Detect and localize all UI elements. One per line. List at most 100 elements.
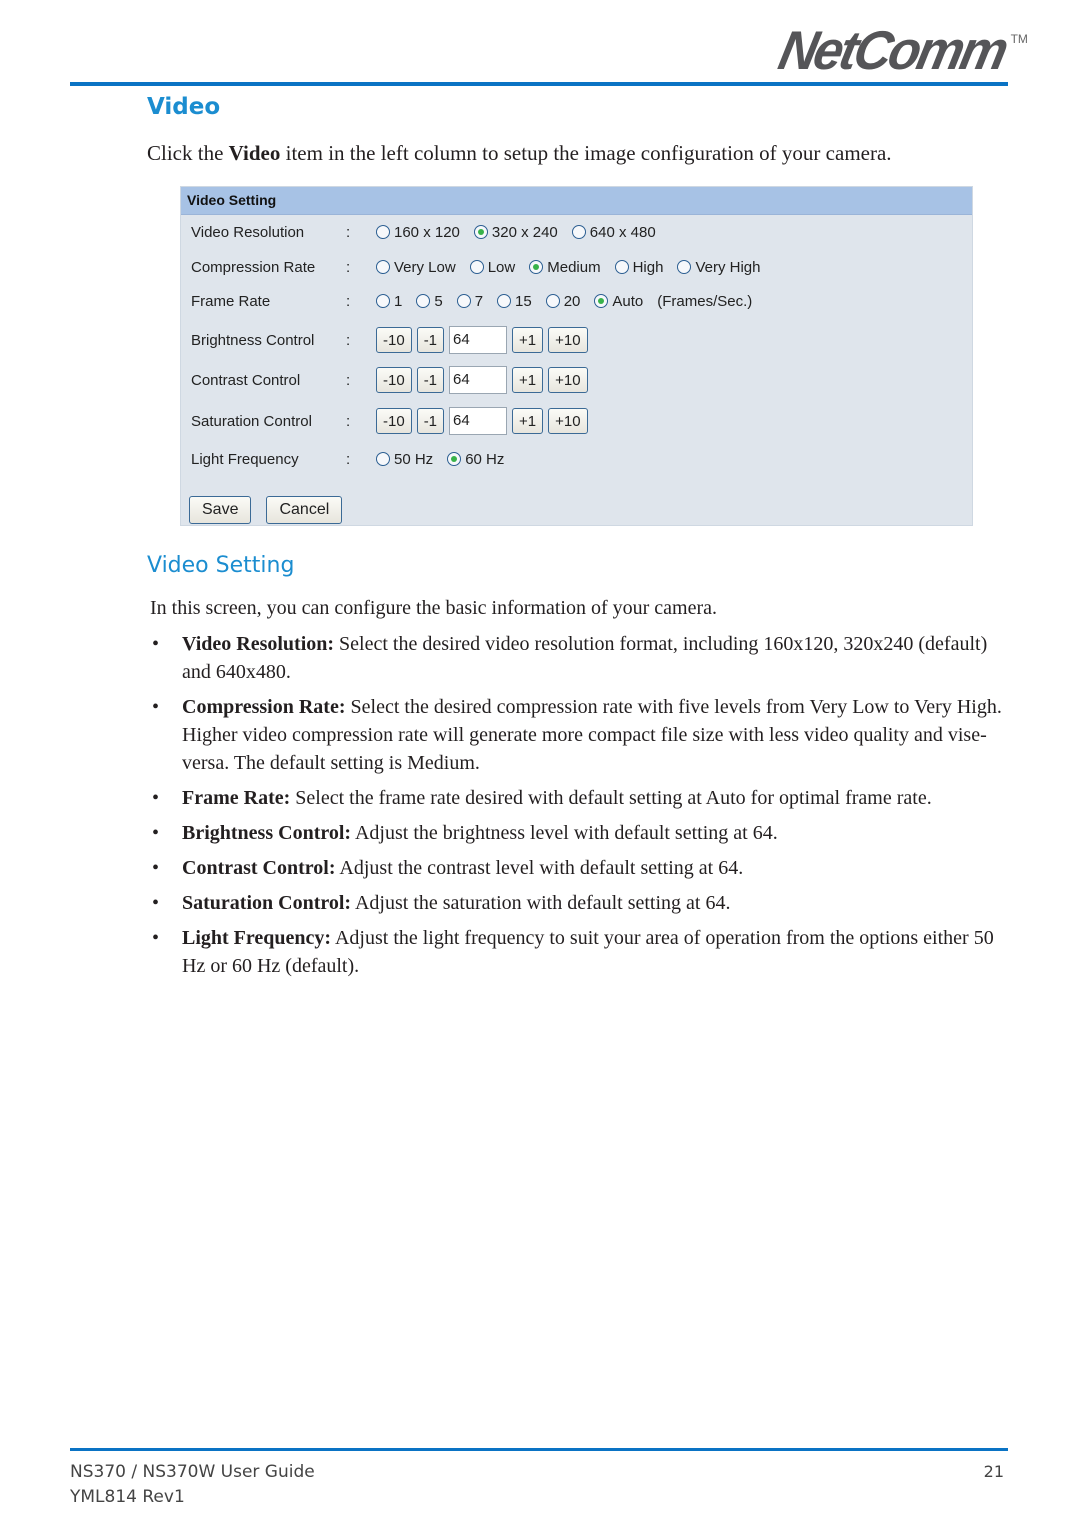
label-light-frequency: Light Frequency — [191, 450, 299, 468]
bullet-saturation: • Saturation Control: Adjust the saturati… — [150, 889, 1020, 917]
radio-icon — [376, 294, 390, 308]
brightness-input[interactable]: 64 — [449, 326, 508, 354]
option-label: 7 — [474, 292, 484, 310]
saturation-minus1-button[interactable]: -1 — [416, 408, 445, 434]
radio-medium[interactable]: Medium — [529, 259, 601, 276]
label-saturation: Saturation Control — [191, 412, 312, 430]
footer-guide-title: NS370 / NS370W User Guide — [70, 1462, 315, 1482]
radio-icon — [614, 260, 629, 274]
video-setting-screenshot: Video Setting Video Resolution : 160 x 1… — [180, 186, 973, 526]
save-button[interactable]: Save — [189, 496, 252, 524]
saturation-plus1-button[interactable]: +1 — [512, 408, 544, 434]
radio-640x480[interactable]: 640 x 480 — [571, 223, 656, 241]
brightness-minus10-button[interactable]: -10 — [376, 327, 412, 353]
radio-60hz[interactable]: 60 Hz — [447, 451, 504, 468]
radio-icon — [456, 294, 471, 308]
bullet-term: Compression Rate: — [182, 696, 346, 718]
radio-320x240[interactable]: 320 x 240 — [473, 224, 558, 241]
bullet-icon: • — [152, 927, 160, 949]
radio-fps-15[interactable]: 15 — [497, 293, 532, 310]
radio-very-low[interactable]: Very Low — [376, 259, 456, 276]
row-contrast: Contrast Control : -10 -1 64 +1 +10 — [191, 364, 593, 396]
option-label: 640 x 480 — [589, 223, 656, 241]
radio-very-high[interactable]: Very High — [677, 258, 761, 276]
option-label: High — [632, 258, 664, 276]
radio-icon — [545, 294, 560, 308]
saturation-minus10-button[interactable]: -10 — [376, 408, 412, 434]
saturation-input[interactable]: 64 — [449, 407, 508, 435]
cancel-button[interactable]: Cancel — [266, 496, 343, 524]
bullet-brightness: • Brightness Control: Adjust the brightne… — [150, 819, 1020, 847]
intro-pre: Click the — [147, 141, 229, 165]
radio-high[interactable]: High — [614, 258, 664, 276]
subsection-title: Video Setting — [147, 553, 295, 578]
option-label: 15 — [515, 292, 532, 310]
radio-fps-5[interactable]: 5 — [416, 293, 443, 310]
radio-fps-1[interactable]: 1 — [376, 293, 402, 310]
colon: : — [346, 412, 351, 430]
footer-rule — [70, 1448, 1008, 1451]
bullet-compression-rate: • Compression Rate: Select the desired co… — [150, 693, 1020, 777]
radio-selected-icon — [447, 452, 462, 466]
bullet-text: Adjust the saturation with default setti… — [351, 892, 731, 914]
option-label: 20 — [563, 292, 581, 310]
radio-50hz[interactable]: 50 Hz — [376, 451, 433, 468]
page-number: 21 — [983, 1462, 1004, 1481]
description-paragraph: In this screen, you can configure the ba… — [150, 597, 718, 619]
contrast-plus10-button[interactable]: +10 — [548, 367, 588, 393]
option-label: 50 Hz — [394, 450, 434, 468]
row-brightness: Brightness Control : -10 -1 64 +1 +10 — [191, 324, 593, 356]
bullet-icon: • — [152, 633, 160, 655]
row-frame-rate: Frame Rate : 1 5 7 15 20 Auto (Frames/Se… — [191, 288, 752, 314]
radio-icon — [497, 294, 512, 308]
bullet-list: • Video Resolution: Select the desired vi… — [150, 630, 1020, 987]
contrast-input[interactable]: 64 — [449, 366, 508, 394]
bullet-light-frequency: • Light Frequency: Adjust the light frequ… — [150, 924, 1020, 980]
bullet-video-resolution: • Video Resolution: Select the desired vi… — [150, 630, 1020, 686]
colon: : — [346, 292, 351, 310]
section-title: Video — [147, 94, 221, 120]
colon: : — [346, 450, 351, 468]
option-label: Very High — [695, 258, 761, 276]
radio-fps-7[interactable]: 7 — [456, 292, 484, 310]
bullet-term: Saturation Control: — [182, 892, 352, 914]
row-compression-rate: Compression Rate : Very Low Low Medium H… — [191, 254, 775, 280]
label-brightness: Brightness Control — [191, 331, 315, 349]
bullet-text: Adjust the brightness level with default… — [351, 822, 778, 844]
radio-icon — [571, 225, 586, 239]
label-frame-rate: Frame Rate — [191, 292, 271, 310]
contrast-plus1-button[interactable]: +1 — [512, 367, 544, 393]
row-video-resolution: Video Resolution : 160 x 120 320 x 240 6… — [191, 219, 670, 245]
brightness-plus10-button[interactable]: +10 — [548, 327, 588, 353]
netcomm-logo: NetComm TM — [774, 21, 1028, 82]
trademark: TM — [1010, 32, 1028, 46]
saturation-plus10-button[interactable]: +10 — [548, 408, 588, 434]
label-compression-rate: Compression Rate — [191, 258, 316, 276]
label-contrast: Contrast Control — [191, 371, 301, 389]
brightness-minus1-button[interactable]: -1 — [416, 327, 445, 353]
action-row: Save Cancel — [189, 495, 347, 525]
contrast-minus1-button[interactable]: -1 — [416, 367, 445, 393]
option-label: 60 Hz — [465, 450, 505, 468]
radio-icon — [376, 452, 390, 466]
bullet-icon: • — [152, 892, 160, 914]
option-label: Low — [487, 258, 516, 276]
logo-text: NetComm — [773, 20, 1012, 82]
radio-160x120[interactable]: 160 x 120 — [376, 224, 460, 241]
bullet-icon: • — [152, 696, 160, 718]
radio-fps-auto[interactable]: Auto — [594, 293, 643, 310]
bullet-term: Video Resolution: — [182, 633, 335, 655]
colon: : — [346, 331, 351, 349]
radio-low[interactable]: Low — [469, 258, 516, 276]
radio-fps-20[interactable]: 20 — [545, 292, 581, 310]
footer-revision: YML814 Rev1 — [70, 1487, 185, 1507]
option-label: 1 — [394, 292, 403, 310]
radio-icon — [416, 294, 431, 308]
row-light-frequency: Light Frequency : 50 Hz 60 Hz — [191, 446, 518, 472]
contrast-minus10-button[interactable]: -10 — [376, 367, 412, 393]
bullet-icon: • — [152, 822, 160, 844]
colon: : — [346, 371, 351, 389]
brightness-plus1-button[interactable]: +1 — [512, 327, 544, 353]
colon: : — [346, 258, 351, 276]
radio-icon — [677, 260, 692, 274]
